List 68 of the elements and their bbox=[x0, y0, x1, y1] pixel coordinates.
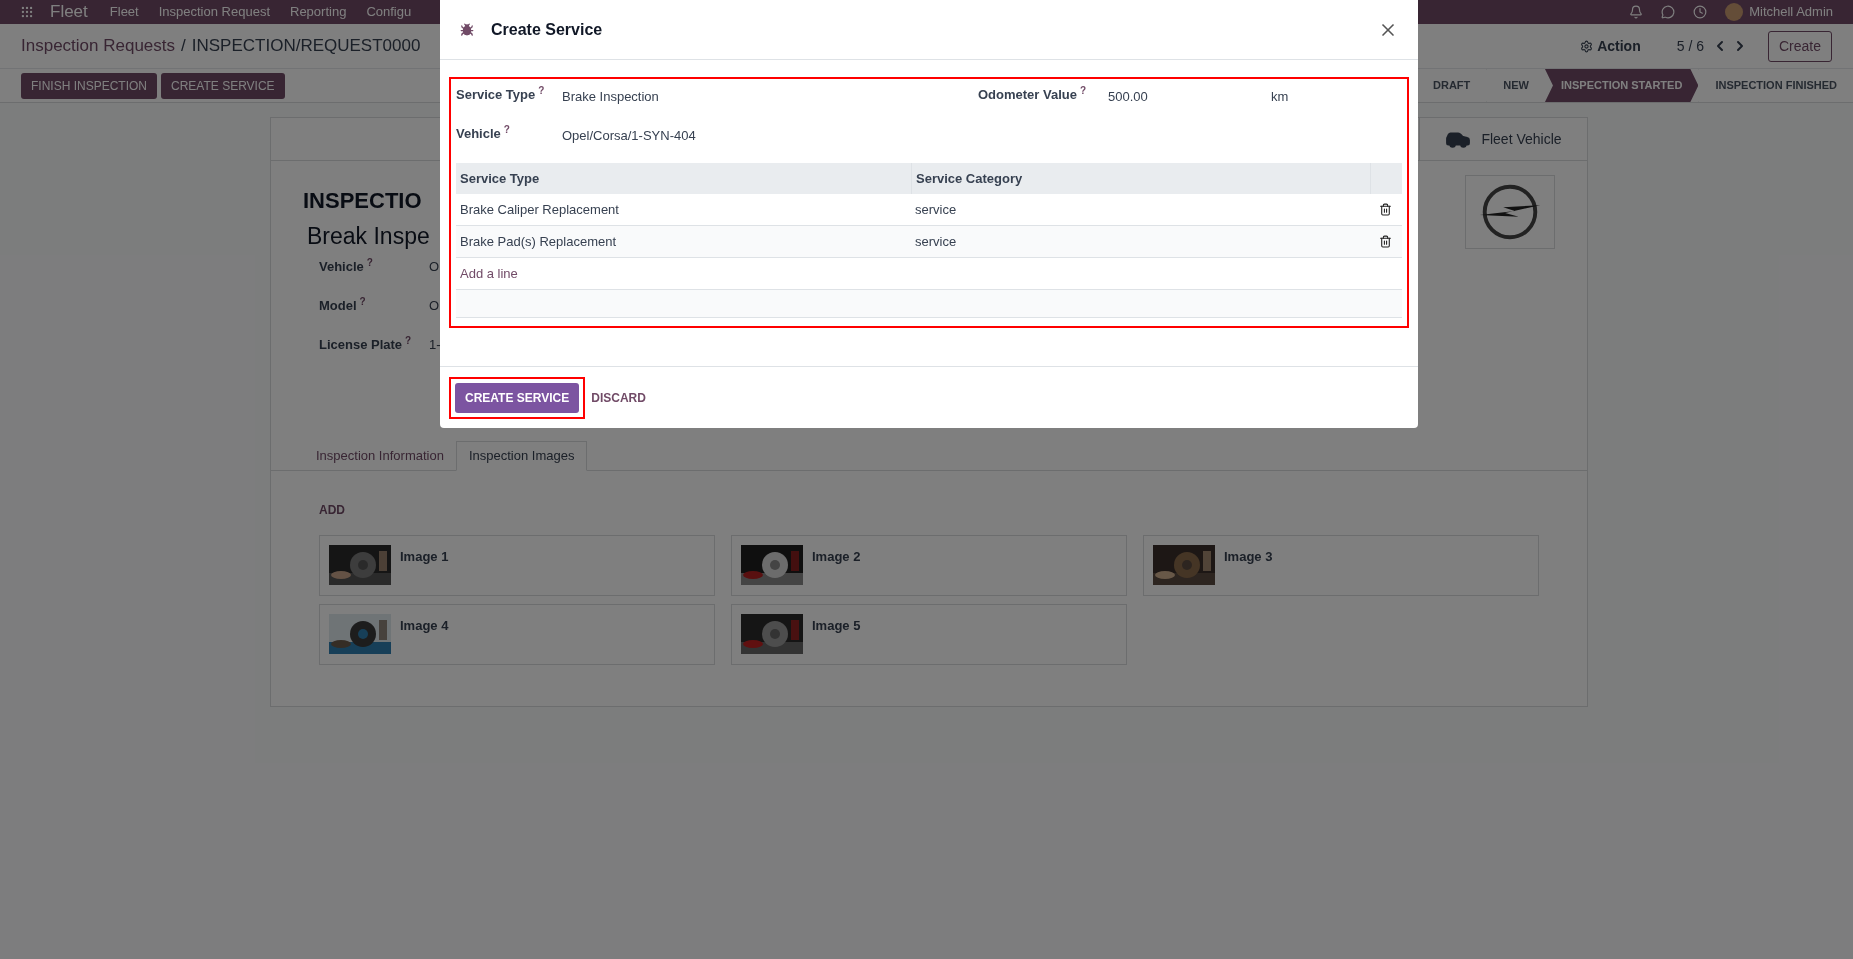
field-label: Odometer Value $^{?}$ bbox=[978, 85, 1088, 104]
image-card[interactable]: Image 1 bbox=[319, 535, 715, 596]
help-mark[interactable]: ? bbox=[405, 335, 412, 346]
form-tab[interactable]: Inspection Images bbox=[455, 441, 588, 471]
help-mark[interactable]: ? bbox=[1080, 85, 1087, 96]
add-link[interactable]: ADD bbox=[319, 501, 345, 519]
image-card[interactable]: Image 2 bbox=[731, 535, 1127, 596]
dialog-title: Create Service bbox=[491, 19, 603, 40]
menu-item[interactable]: Fleet bbox=[109, 2, 139, 22]
field-label: Vehicle $^{?}$ bbox=[456, 124, 511, 143]
smart-button[interactable]: Fleet Vehicle bbox=[1419, 118, 1587, 160]
table-row[interactable]: Brake Pad(s) Replacement service bbox=[456, 226, 1402, 258]
image-name: Image 2 bbox=[812, 548, 861, 566]
chat-icon[interactable] bbox=[1661, 5, 1676, 19]
menu-item[interactable]: Reporting bbox=[290, 2, 347, 22]
table-cell-text: service bbox=[914, 200, 958, 219]
table-cell-text: Brake Caliper Replacement bbox=[459, 200, 620, 219]
gear-icon bbox=[1580, 39, 1594, 53]
field-label: Service Type $^{?}$ bbox=[456, 85, 546, 104]
field-value: 500.00 bbox=[1108, 88, 1149, 106]
create-service-button[interactable]: CREATE SERVICE bbox=[455, 382, 580, 413]
field-value: Brake Inspection bbox=[562, 88, 660, 106]
pager-value: 5 / 6 bbox=[1676, 36, 1704, 56]
field-label: License Plate $^{?}$ bbox=[319, 335, 413, 354]
breadcrumb-link[interactable]: Inspection Requests bbox=[21, 33, 176, 59]
field-label: Vehicle $^{?}$ bbox=[319, 257, 374, 276]
discard-button[interactable]: DISCARD bbox=[591, 388, 646, 407]
user-name[interactable]: Mitchell Admin bbox=[1749, 2, 1833, 22]
apps-menu-icon[interactable] bbox=[20, 5, 34, 19]
image-name: Image 4 bbox=[400, 617, 449, 635]
field-label: Model $^{?}$ bbox=[319, 296, 367, 315]
bell-icon[interactable] bbox=[1629, 5, 1644, 19]
table-cell-text: Brake Pad(s) Replacement bbox=[459, 232, 618, 251]
create-button[interactable]: Create bbox=[1767, 30, 1832, 62]
breadcrumb-current: INSPECTION/REQUEST0000 bbox=[191, 35, 421, 58]
header-button[interactable]: CREATE SERVICE bbox=[161, 72, 285, 99]
help-mark[interactable]: ? bbox=[538, 85, 545, 96]
help-mark[interactable]: ? bbox=[359, 296, 366, 307]
field-value: Opel/Corsa/1-SYN-404 bbox=[562, 127, 696, 145]
delete-icon[interactable] bbox=[1379, 203, 1392, 216]
help-mark[interactable]: ? bbox=[503, 124, 510, 135]
image-name: Image 3 bbox=[1224, 548, 1273, 566]
record-title: INSPECTIO bbox=[303, 187, 422, 215]
record-subtitle: Break Inspe bbox=[307, 222, 430, 251]
add-line-link[interactable]: Add a line bbox=[456, 263, 518, 284]
status-step[interactable]: INSPECTION STARTED bbox=[1544, 69, 1699, 102]
field-value: O bbox=[429, 258, 440, 276]
field-value: O bbox=[429, 297, 440, 315]
unit-label: km bbox=[1271, 88, 1289, 106]
action-button[interactable]: Action bbox=[1580, 35, 1641, 57]
table-cell-text: service bbox=[914, 232, 958, 251]
column-header: Service Type bbox=[459, 169, 541, 188]
image-card[interactable]: Image 4 bbox=[319, 604, 715, 665]
breadcrumb-separator: / bbox=[181, 35, 186, 58]
bug-icon bbox=[460, 22, 474, 37]
menu-item[interactable]: Inspection Request bbox=[158, 2, 270, 22]
image-card[interactable]: Image 5 bbox=[731, 604, 1127, 665]
help-mark[interactable]: ? bbox=[366, 257, 373, 268]
image-name: Image 5 bbox=[812, 617, 861, 635]
image-name: Image 1 bbox=[400, 548, 449, 566]
form-tab[interactable]: Inspection Information bbox=[304, 441, 456, 471]
header-button[interactable]: FINISH INSPECTION bbox=[21, 72, 157, 99]
image-card[interactable]: Image 3 bbox=[1143, 535, 1539, 596]
app-name[interactable]: Fleet bbox=[50, 0, 88, 25]
clock-icon[interactable] bbox=[1693, 5, 1708, 19]
field-value: 1- bbox=[429, 336, 441, 354]
menu-item[interactable]: Configu bbox=[366, 2, 412, 22]
delete-icon[interactable] bbox=[1379, 235, 1392, 248]
